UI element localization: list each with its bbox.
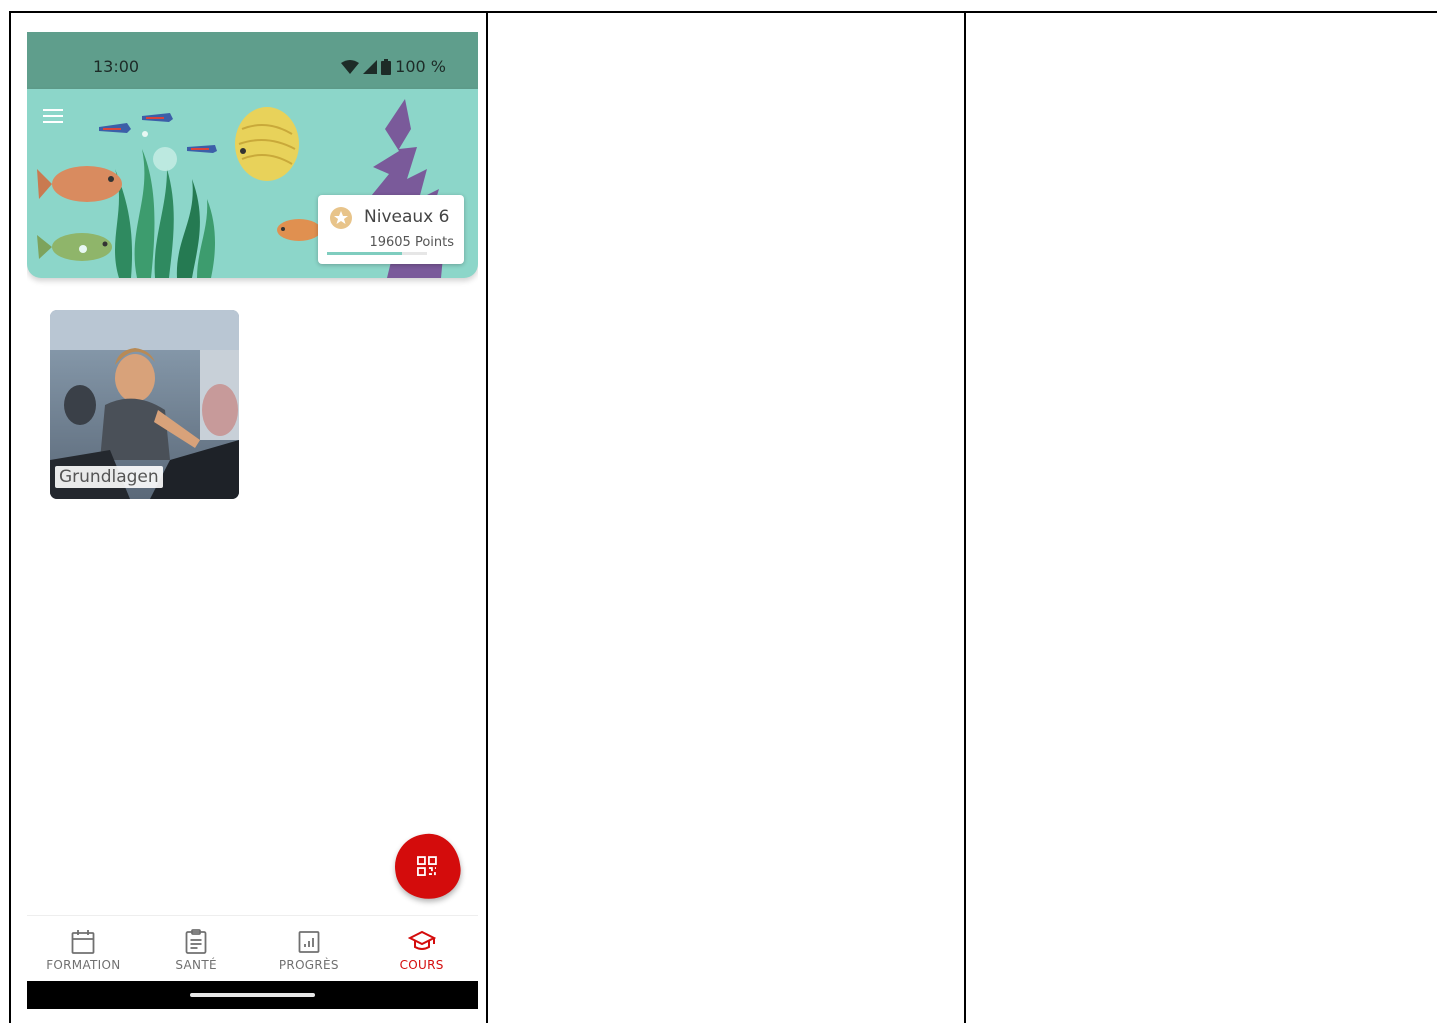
home-gesture-handle[interactable] [190,993,315,997]
wifi-icon [341,59,360,74]
star-badge-icon [330,207,352,229]
level-progress-bar [327,252,427,255]
phone-screen: 13:00 100 % Niveaux 6 19605 Points Grund… [27,32,478,1009]
qr-code-icon [417,856,437,876]
course-title: Grundlagen [55,466,163,488]
nav-item-sante[interactable]: SANTÉ [140,916,253,982]
battery-icon [381,58,392,75]
battery-percent: 100 % [395,57,446,76]
hamburger-menu-icon[interactable] [41,107,69,131]
nav-label-progres: PROGRÈS [278,958,339,972]
nav-label-cours: COURS [399,958,444,972]
level-progress-fill [327,252,402,255]
points-label: 19605 Points [369,235,454,250]
status-time: 13:00 [93,57,140,76]
status-indicators: 100 % [341,57,446,76]
system-gesture-bar [27,981,478,1009]
graduation-cap-icon [407,930,436,950]
course-card-grundlagen[interactable]: Grundlagen [50,310,239,499]
frame-divider-2 [964,11,966,1023]
nav-item-progres[interactable]: PROGRÈS [253,916,366,982]
orange-fish [37,166,122,202]
clipboard-icon [185,929,207,954]
nav-item-formation[interactable]: FORMATION [27,916,140,982]
frame-top-border [9,11,1437,13]
level-card[interactable]: Niveaux 6 19605 Points [318,195,464,264]
level-label: Niveaux 6 [364,207,450,227]
status-bar: 13:00 100 % [27,32,478,89]
bottom-navigation: FORMATION SANTÉ PROGRÈS COURS [27,915,478,982]
level-header: Niveaux 6 19605 Points [27,89,478,278]
nav-label-sante: SANTÉ [175,958,217,972]
nav-label-formation: FORMATION [46,958,121,972]
calendar-icon [71,930,95,954]
nav-item-cours[interactable]: COURS [365,916,478,982]
frame-divider-1 [486,11,488,1023]
frame-left-border [9,11,11,1023]
chart-icon [298,931,320,953]
qr-scan-button[interactable] [390,829,465,904]
signal-icon [363,59,378,74]
